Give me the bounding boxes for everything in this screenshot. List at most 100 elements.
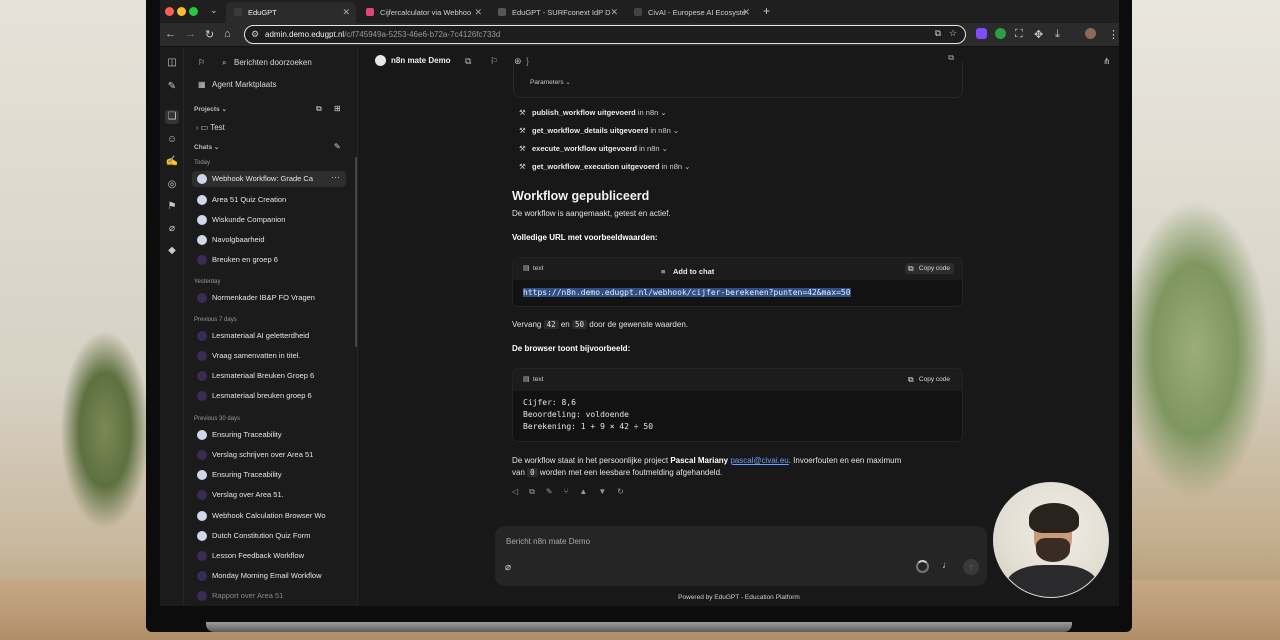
profile-avatar[interactable] <box>1085 28 1096 39</box>
new-tab-button[interactable]: + <box>763 4 770 18</box>
extensions-puzzle-icon[interactable]: ✥ <box>1034 28 1043 41</box>
chat-item[interactable]: Monday Morning Email Workflow <box>192 568 346 584</box>
chat-item[interactable]: Verslag schrijven over Area 51 <box>192 447 346 463</box>
chat-item[interactable]: Lesmateriaal AI geletterdheid <box>192 328 346 344</box>
browser-menu-icon[interactable]: ⋮ <box>1108 28 1119 41</box>
bookmark-icon[interactable]: ⚐ <box>198 58 205 67</box>
copy-icon[interactable]: ⧉ <box>465 56 471 67</box>
chat-item[interactable]: Vraag samenvatten in titel. <box>192 348 346 364</box>
tab-search-chevron-icon[interactable]: ⌄ <box>210 5 218 16</box>
forward-arrow-icon[interactable]: → <box>185 28 196 40</box>
chat-item[interactable]: Normenkader IB&P FO Vragen <box>192 290 346 306</box>
tab-edugpt[interactable]: EduGPT ✕ <box>226 2 356 23</box>
new-folder-icon[interactable]: ⊞ <box>334 104 341 113</box>
code-content[interactable]: https://n8n.demo.edugpt.nl/webhook/cijfe… <box>523 287 851 299</box>
composer-placeholder: Bericht n8n mate Demo <box>506 537 591 546</box>
chats-icon[interactable]: ❏ <box>165 110 179 124</box>
chat-item[interactable]: Verslag over Area 51. <box>192 487 346 503</box>
copy-icon[interactable]: ⧉ <box>948 53 954 63</box>
tool-call-item[interactable]: ⚒ execute_workflow uitgevoerd in n8n ⌄ <box>519 144 668 153</box>
agent-marketplace-link[interactable]: ▦ Agent Marktplaats <box>198 80 276 89</box>
chat-item[interactable]: Dutch Constitution Quiz Form <box>192 528 346 544</box>
maximize-window-button[interactable] <box>189 7 198 16</box>
bookmark-star-icon[interactable]: ☆ <box>949 28 957 39</box>
attachments-icon[interactable]: ⌀ <box>165 222 179 236</box>
home-icon[interactable]: ⌂ <box>224 28 231 40</box>
chat-item[interactable]: Webhook Calculation Browser Wo <box>192 508 346 524</box>
chat-item[interactable]: Webhook Workflow: Grade Ca ··· <box>192 171 346 187</box>
thumbs-up-icon[interactable]: ▲ <box>579 487 587 496</box>
edit-icon[interactable]: ✎ <box>546 487 553 496</box>
message-composer[interactable]: Bericht n8n mate Demo ⌀ ♩ ↑ <box>495 526 987 586</box>
project-test[interactable]: › ▭ Test <box>196 123 225 132</box>
chat-item[interactable]: Breuken en groep 6 <box>192 252 346 268</box>
chat-item[interactable]: Wiskunde Companion <box>192 212 346 228</box>
branch-icon[interactable]: ⑂ <box>564 487 569 496</box>
close-tab-icon[interactable]: ✕ <box>742 7 750 18</box>
read-aloud-icon[interactable]: ◁ <box>512 487 518 496</box>
search-messages[interactable]: ⌕ Berichten doorzoeken <box>222 58 312 68</box>
chat-item[interactable]: Area 51 Quiz Creation <box>192 192 346 208</box>
chat-item[interactable]: Lesmateriaal Breuken Groep 6 <box>192 368 346 384</box>
projects-header[interactable]: Projects ⌄ <box>194 105 227 113</box>
regenerate-icon[interactable]: ↻ <box>617 487 624 496</box>
tool-call-item[interactable]: ⚒ publish_workflow uitgevoerd in n8n ⌄ <box>519 108 667 117</box>
share-icon[interactable]: ⋔ <box>1103 56 1111 67</box>
selected-url-text[interactable]: https://n8n.demo.edugpt.nl/webhook/cijfe… <box>523 288 851 297</box>
group-label-today: Today <box>194 160 211 166</box>
email-link[interactable]: pascal@civai.eu <box>730 456 788 465</box>
copy-icon[interactable]: ⧉ <box>529 487 535 497</box>
tab-surfconext[interactable]: EduGPT - SURFconext IdP D ✕ <box>490 2 624 23</box>
parameters-toggle[interactable]: Parameters ⌄ <box>530 78 571 86</box>
bookmark-icon[interactable]: ⚐ <box>490 56 498 67</box>
globe-icon[interactable]: ◎ <box>165 178 179 192</box>
toggle-sidebar-icon[interactable]: ◫ <box>165 56 179 70</box>
tab-civai[interactable]: CivAI - Europese AI Ecosyste ✕ <box>626 2 756 23</box>
chat-item[interactable]: Ensuring Traceability <box>192 427 346 443</box>
extension-purple-icon[interactable] <box>976 28 987 39</box>
chat-item[interactable]: Rapport over Area 51 <box>192 588 346 604</box>
send-button[interactable]: ↑ <box>963 559 979 575</box>
agents-icon[interactable]: ☺ <box>165 133 179 147</box>
attach-icon[interactable]: ⌀ <box>505 562 511 573</box>
back-arrow-icon[interactable]: ← <box>165 28 176 40</box>
tool-call-item[interactable]: ⚒ get_workflow_execution uitgevoerd in n8… <box>519 162 690 171</box>
more-options-icon[interactable]: ··· <box>331 172 340 182</box>
projects-folder-icon[interactable]: ⧉ <box>316 104 322 114</box>
close-tab-icon[interactable]: ✕ <box>610 7 618 18</box>
reload-icon[interactable]: ↻ <box>205 28 214 41</box>
screenshot-icon[interactable]: ⛶ <box>1015 28 1023 41</box>
new-chat-small-icon[interactable]: ✎ <box>334 142 341 151</box>
bookmarks-icon[interactable]: ⚑ <box>165 200 179 214</box>
minimize-window-button[interactable] <box>177 7 186 16</box>
chat-item[interactable]: Ensuring Traceability <box>192 467 346 483</box>
close-window-button[interactable] <box>165 7 174 16</box>
copy-code-button[interactable]: ⧉ Copy code <box>904 263 954 274</box>
extension-green-icon[interactable] <box>995 28 1006 39</box>
install-app-icon[interactable]: ⧉ <box>935 28 941 39</box>
chats-header[interactable]: Chats ⌄ <box>194 143 219 151</box>
address-bar[interactable]: ⚙ admin.demo.edugpt.nl/c/f745949a-5253-4… <box>244 25 966 44</box>
palette-icon[interactable]: ◆ <box>165 244 179 258</box>
tab-cijfercalculator[interactable]: Cijfercalculator via Webhoo ✕ <box>358 2 488 23</box>
chat-label: Monday Morning Email Workflow <box>212 571 322 580</box>
add-to-chat-button[interactable]: ≡ Add to chat <box>661 267 714 276</box>
search-label: Berichten doorzoeken <box>234 58 312 67</box>
model-selector[interactable]: n8n mate Demo <box>375 55 451 66</box>
chat-item[interactable]: Lesmateriaal breuken groep 6 <box>192 388 346 404</box>
close-tab-icon[interactable]: ✕ <box>474 7 482 18</box>
copy-code-button[interactable]: ⧉ Copy code <box>905 374 954 385</box>
new-chat-icon[interactable]: ✎ <box>165 80 179 94</box>
code-block-output: ▤ text ⧉ Copy code Cijfer: 8,6 Beoordeling… <box>512 368 963 442</box>
downloads-icon[interactable]: ⤓ <box>1055 28 1060 41</box>
tool-call-item[interactable]: ⚒ get_workflow_details uitgevoerd in n8n … <box>519 126 679 135</box>
microphone-icon[interactable]: ♩ <box>942 560 952 571</box>
chat-item[interactable]: Navolgbaarheid <box>192 232 346 248</box>
close-tab-icon[interactable]: ✕ <box>342 7 350 18</box>
site-info-icon[interactable]: ⚙ <box>251 29 259 40</box>
sidebar-scrollbar[interactable] <box>355 157 357 347</box>
thumbs-down-icon[interactable]: ▼ <box>598 487 606 496</box>
chat-item[interactable]: Lesson Feedback Workflow <box>192 548 346 564</box>
chat-avatar <box>197 174 207 184</box>
notes-icon[interactable]: ✍ <box>165 155 179 169</box>
